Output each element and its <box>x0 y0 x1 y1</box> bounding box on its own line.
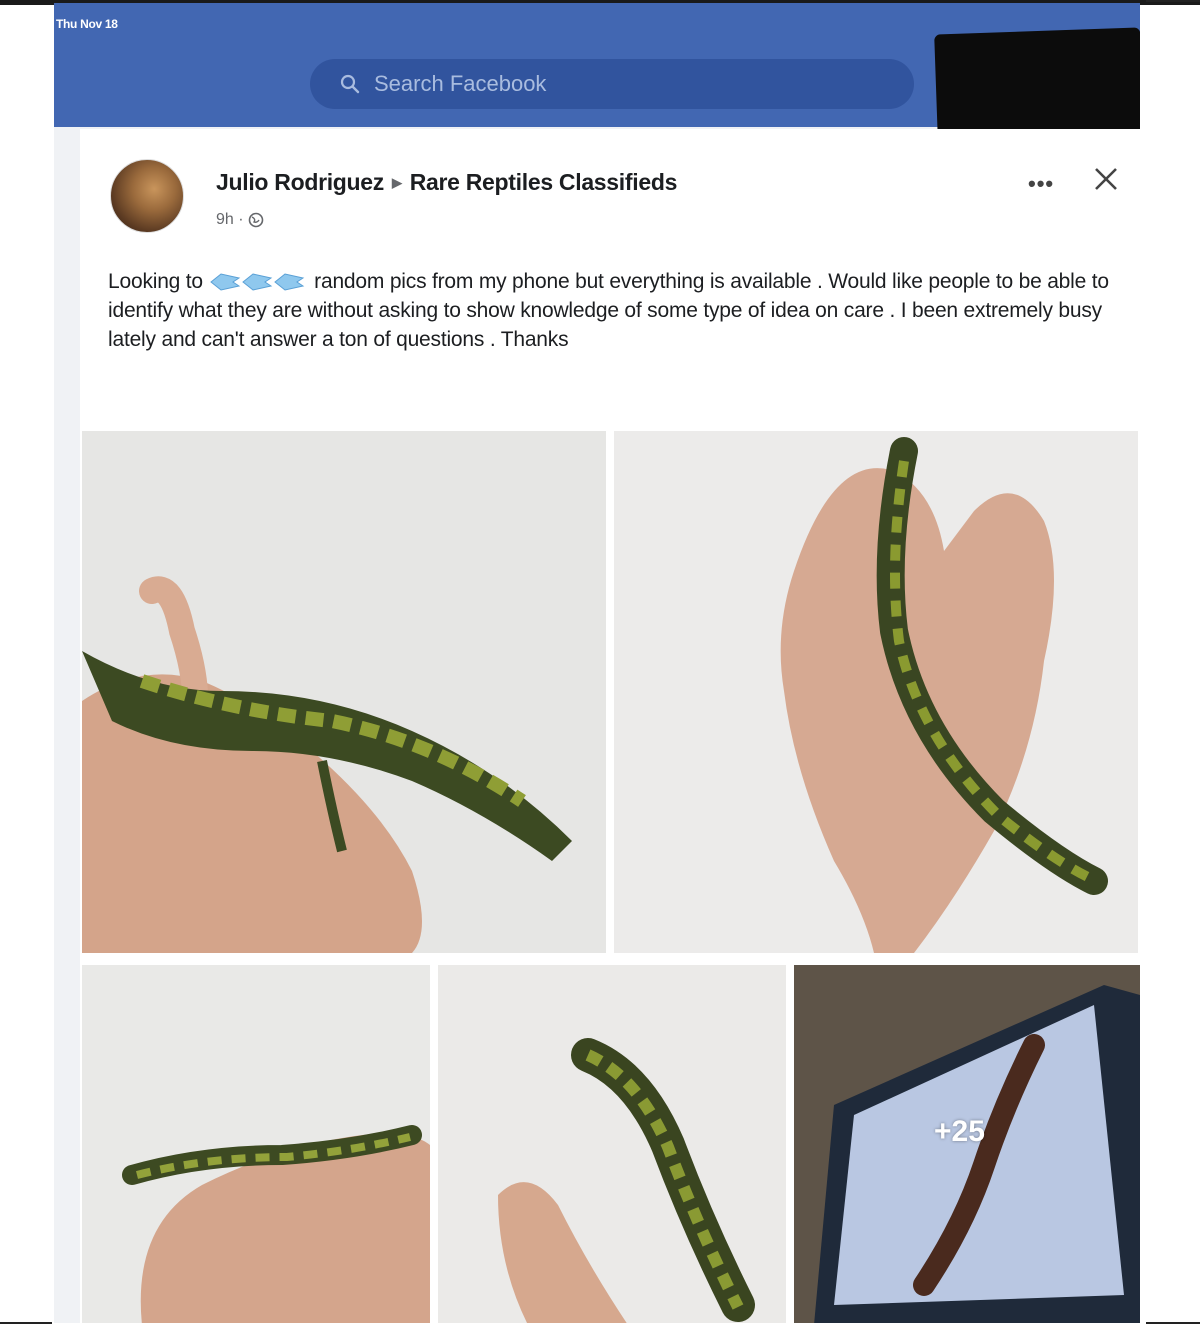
more-photos-count: +25 <box>934 1115 985 1148</box>
post-text-start: Looking to <box>108 270 209 293</box>
facebook-screen: Thu Nov 18 Julio Rodriguez ▶ Rare Reptil… <box>54 3 1140 1323</box>
post-meta: 9h · <box>216 211 264 229</box>
caret-right-icon: ▶ <box>392 174 402 190</box>
post-photo[interactable] <box>82 431 606 953</box>
post-text: Looking to random pics from my phone but… <box>108 267 1118 354</box>
frame-border-left-bottom <box>0 1322 52 1324</box>
post-photo[interactable] <box>82 965 430 1323</box>
post-header: Julio Rodriguez ▶ Rare Reptiles Classifi… <box>216 169 677 196</box>
post-time[interactable]: 9h · <box>216 211 244 229</box>
globe-icon <box>248 212 264 228</box>
post-card: Julio Rodriguez ▶ Rare Reptiles Classifi… <box>80 129 1140 1323</box>
fish-emoji-icon <box>209 269 309 295</box>
group-name[interactable]: Rare Reptiles Classifieds <box>410 169 678 196</box>
avatar[interactable] <box>110 159 184 233</box>
post-photo[interactable]: +25 <box>794 965 1140 1323</box>
search-box[interactable] <box>310 59 914 109</box>
status-time: Thu Nov 18 <box>56 17 118 31</box>
search-icon <box>340 74 360 94</box>
post-photo[interactable] <box>614 431 1138 953</box>
post-photo[interactable] <box>438 965 786 1323</box>
more-options-icon[interactable]: ••• <box>1028 171 1054 197</box>
frame-border-right-top <box>1146 0 1200 2</box>
facebook-header: Thu Nov 18 <box>54 3 1140 143</box>
search-input[interactable] <box>372 70 856 98</box>
close-icon[interactable] <box>1090 163 1122 195</box>
redaction-mark <box>934 27 1140 143</box>
author-name[interactable]: Julio Rodriguez <box>216 169 384 196</box>
frame-border-right-bottom <box>1146 1322 1200 1324</box>
